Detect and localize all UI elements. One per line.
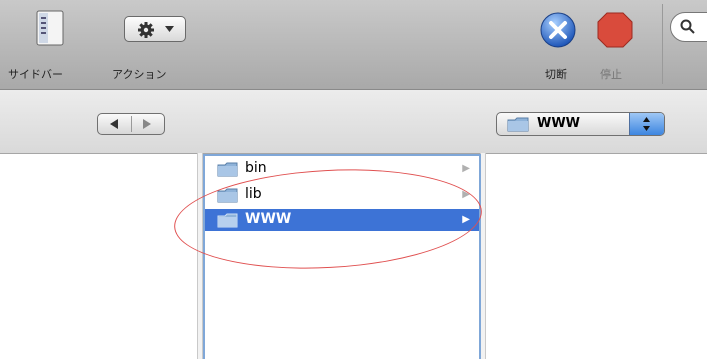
action-button[interactable] <box>124 16 186 42</box>
path-popup[interactable]: WWW <box>496 112 665 136</box>
back-forward-control <box>97 113 165 135</box>
file-name: WWW <box>245 211 292 227</box>
sidebar-label: サイドバー <box>8 68 63 81</box>
chevron-down-icon <box>165 26 174 32</box>
folder-icon <box>217 188 238 203</box>
disclosure-arrow-icon: ▶ <box>462 163 470 174</box>
folder-icon <box>507 117 529 132</box>
up-down-arrows-icon <box>643 117 650 131</box>
disclosure-arrow-icon: ▶ <box>462 214 470 225</box>
stop-icon[interactable] <box>596 11 634 49</box>
file-row-bin[interactable]: bin ▶ <box>205 158 479 180</box>
file-name: lib <box>245 186 262 202</box>
action-label: アクション <box>112 68 167 81</box>
search-field[interactable] <box>670 12 707 42</box>
stop-label: 停止 <box>600 68 622 81</box>
sidebar-icon[interactable] <box>36 10 64 46</box>
back-arrow-icon[interactable] <box>109 119 119 129</box>
toolbar: サイドバー アクション 切断 停止 <box>0 0 707 90</box>
path-popup-stepper <box>629 113 664 135</box>
folder-icon <box>217 162 238 177</box>
folder-icon <box>217 213 238 228</box>
disconnect-icon[interactable] <box>539 11 577 49</box>
nav-divider <box>131 116 132 132</box>
path-popup-label: WWW <box>537 116 581 131</box>
path-bar: WWW <box>0 90 707 154</box>
file-name: bin <box>245 160 267 176</box>
file-row-www[interactable]: WWW ▶ <box>205 209 479 231</box>
toolbar-separator <box>662 4 663 84</box>
search-icon <box>680 19 695 34</box>
file-row-lib[interactable]: lib ▶ <box>205 184 479 206</box>
disclosure-arrow-icon: ▶ <box>462 189 470 200</box>
forward-arrow-icon[interactable] <box>142 119 152 129</box>
disconnect-label: 切断 <box>545 68 567 81</box>
gear-icon <box>138 22 154 38</box>
